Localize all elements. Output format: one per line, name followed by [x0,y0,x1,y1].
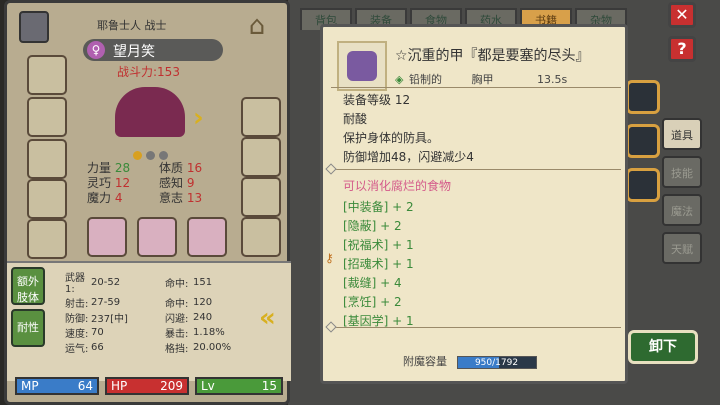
attribute-wil: 意志 13 [159,191,203,205]
side-tabs: 道具 技能 魔法 天赋 [662,118,708,270]
next-arrow-icon[interactable]: › [193,103,204,133]
equip-slot-weapon[interactable] [87,217,127,257]
stats-tab-resistance[interactable]: 耐性 [11,309,45,347]
side-tab-talents[interactable]: 天赋 [662,232,702,264]
attribute-per: 感知 9 [159,176,195,190]
combat-power: 战斗力:153 [117,65,180,79]
food-note: 可以消化腐烂的食物 [343,179,452,193]
hp-bar: HP 209 [105,377,189,395]
skill-bonus: [裁缝] + 4 [343,276,402,290]
table-row: 运气: 66 格挡: 20.00% [65,342,232,355]
attribute-str: 力量 28 [87,161,131,175]
quick-slot[interactable] [626,80,660,114]
equip-slot-cloak[interactable] [27,139,67,179]
character-name: 望月笑 [113,44,155,60]
table-row: 速度: 70 暴击: 1.18% [65,327,225,340]
gender-female-icon: ♀ [87,41,105,59]
attribute-mag: 魔力 4 [87,191,123,205]
skill-bonus: [招魂术] + 1 [343,257,414,271]
equip-slot-neck[interactable] [27,97,67,137]
item-effect: 防御增加48，闪避减少4 [343,150,474,164]
equip-slot-ranged[interactable] [187,217,227,257]
side-tab-items[interactable]: 道具 [662,118,702,150]
mp-bar: MP 64 [15,377,99,395]
character-title: 耶鲁士人 战士 [97,19,167,32]
red-buttons: ✕ ? [668,2,704,72]
equip-slot-belt[interactable] [241,137,281,177]
skill-bonus: [祝福术] + 1 [343,238,414,252]
hanger-icon[interactable]: ⌂ [235,11,279,41]
equip-slot-armor[interactable] [137,217,177,257]
equip-slot-ring[interactable] [27,219,67,259]
character-portrait [115,87,185,137]
stats-table: 武器1: 20-52 命中: 151 射击: 27-59 命中: 120 防御: 237[中]… [65,269,231,355]
armor-icon [337,41,387,91]
material-icon: ◈ [395,73,404,86]
item-meta: ◈ 铅制的 胸甲 13.5s [395,73,568,86]
equip-slot-ammo[interactable] [241,217,281,257]
item-properties: 装备等级 12 耐酸 保护身体的防具。 防御增加48，闪避减少4 [343,91,474,167]
side-tab-magic[interactable]: 魔法 [662,194,702,226]
attribute-con: 体质 16 [159,161,203,175]
character-panel: 耶鲁士人 战士 ⌂ ♀ 望月笑 战斗力:153 › 力量 28 体质 16 灵巧 … [4,0,291,405]
stats-panel: 额外肢体 耐性 武器1: 20-52 命中: 151 射击: 27-59 命中: 120 防… [7,261,291,381]
skill-bonus: [基因学] + 1 [343,314,414,328]
item-detail-panel: ☆沉重的甲『都是要塞的尽头』 ◈ 铅制的 胸甲 13.5s 装备等级 12 耐酸… [320,24,628,384]
key-icon: ⚷ [325,251,334,265]
skill-bonus: [烹饪] + 2 [343,295,402,309]
collapse-arrow-icon[interactable]: « [259,303,276,333]
attribute-dex: 灵巧 12 [87,176,131,190]
item-description: 保护身体的防具。 [343,131,440,145]
attribute-list: 力量 28 体质 16 灵巧 12 感知 9 魔力 4 意志 13 [87,161,237,206]
item-level: 装备等级 12 [343,93,411,107]
skill-bonus: [中装备] + 2 [343,200,414,214]
quick-slot[interactable] [626,168,660,202]
page-indicator [133,145,173,160]
help-button[interactable]: ? [668,36,696,62]
side-tab-skills[interactable]: 技能 [662,156,702,188]
equip-slot-head[interactable] [27,55,67,95]
equip-slot-feet[interactable] [241,177,281,217]
class-emblem-icon [19,11,49,43]
quick-slots [626,80,662,210]
vital-bars: MP 64 HP 209 Lv 15 [15,377,285,397]
item-bonuses: 可以消化腐烂的食物 [中装备] + 2 [隐蔽] + 2 [祝福术] + 1 [… [343,177,451,331]
skill-bonus: [隐蔽] + 2 [343,219,402,233]
enchant-bar: 950/1792 [456,355,537,369]
equip-slot-arm[interactable] [241,97,281,137]
table-row: 武器1: 20-52 命中: 151 [65,273,213,295]
enchant-capacity: 附魔容量 950/1792 [403,353,537,369]
quick-slot[interactable] [626,124,660,158]
table-row: 射击: 27-59 命中: 120 [65,297,213,310]
item-name: ☆沉重的甲『都是要塞的尽头』 [395,48,590,64]
table-row: 防御: 237[中] 闪避: 240 [65,312,213,325]
close-button[interactable]: ✕ [668,2,696,28]
equip-slot-body[interactable] [27,179,67,219]
item-trait: 耐酸 [343,112,368,126]
name-plate: ♀ 望月笑 [83,39,223,61]
level-bar: Lv 15 [195,377,283,395]
unequip-button[interactable]: 卸下 [628,330,698,364]
stats-tab-extra-limbs[interactable]: 额外肢体 [11,267,45,305]
